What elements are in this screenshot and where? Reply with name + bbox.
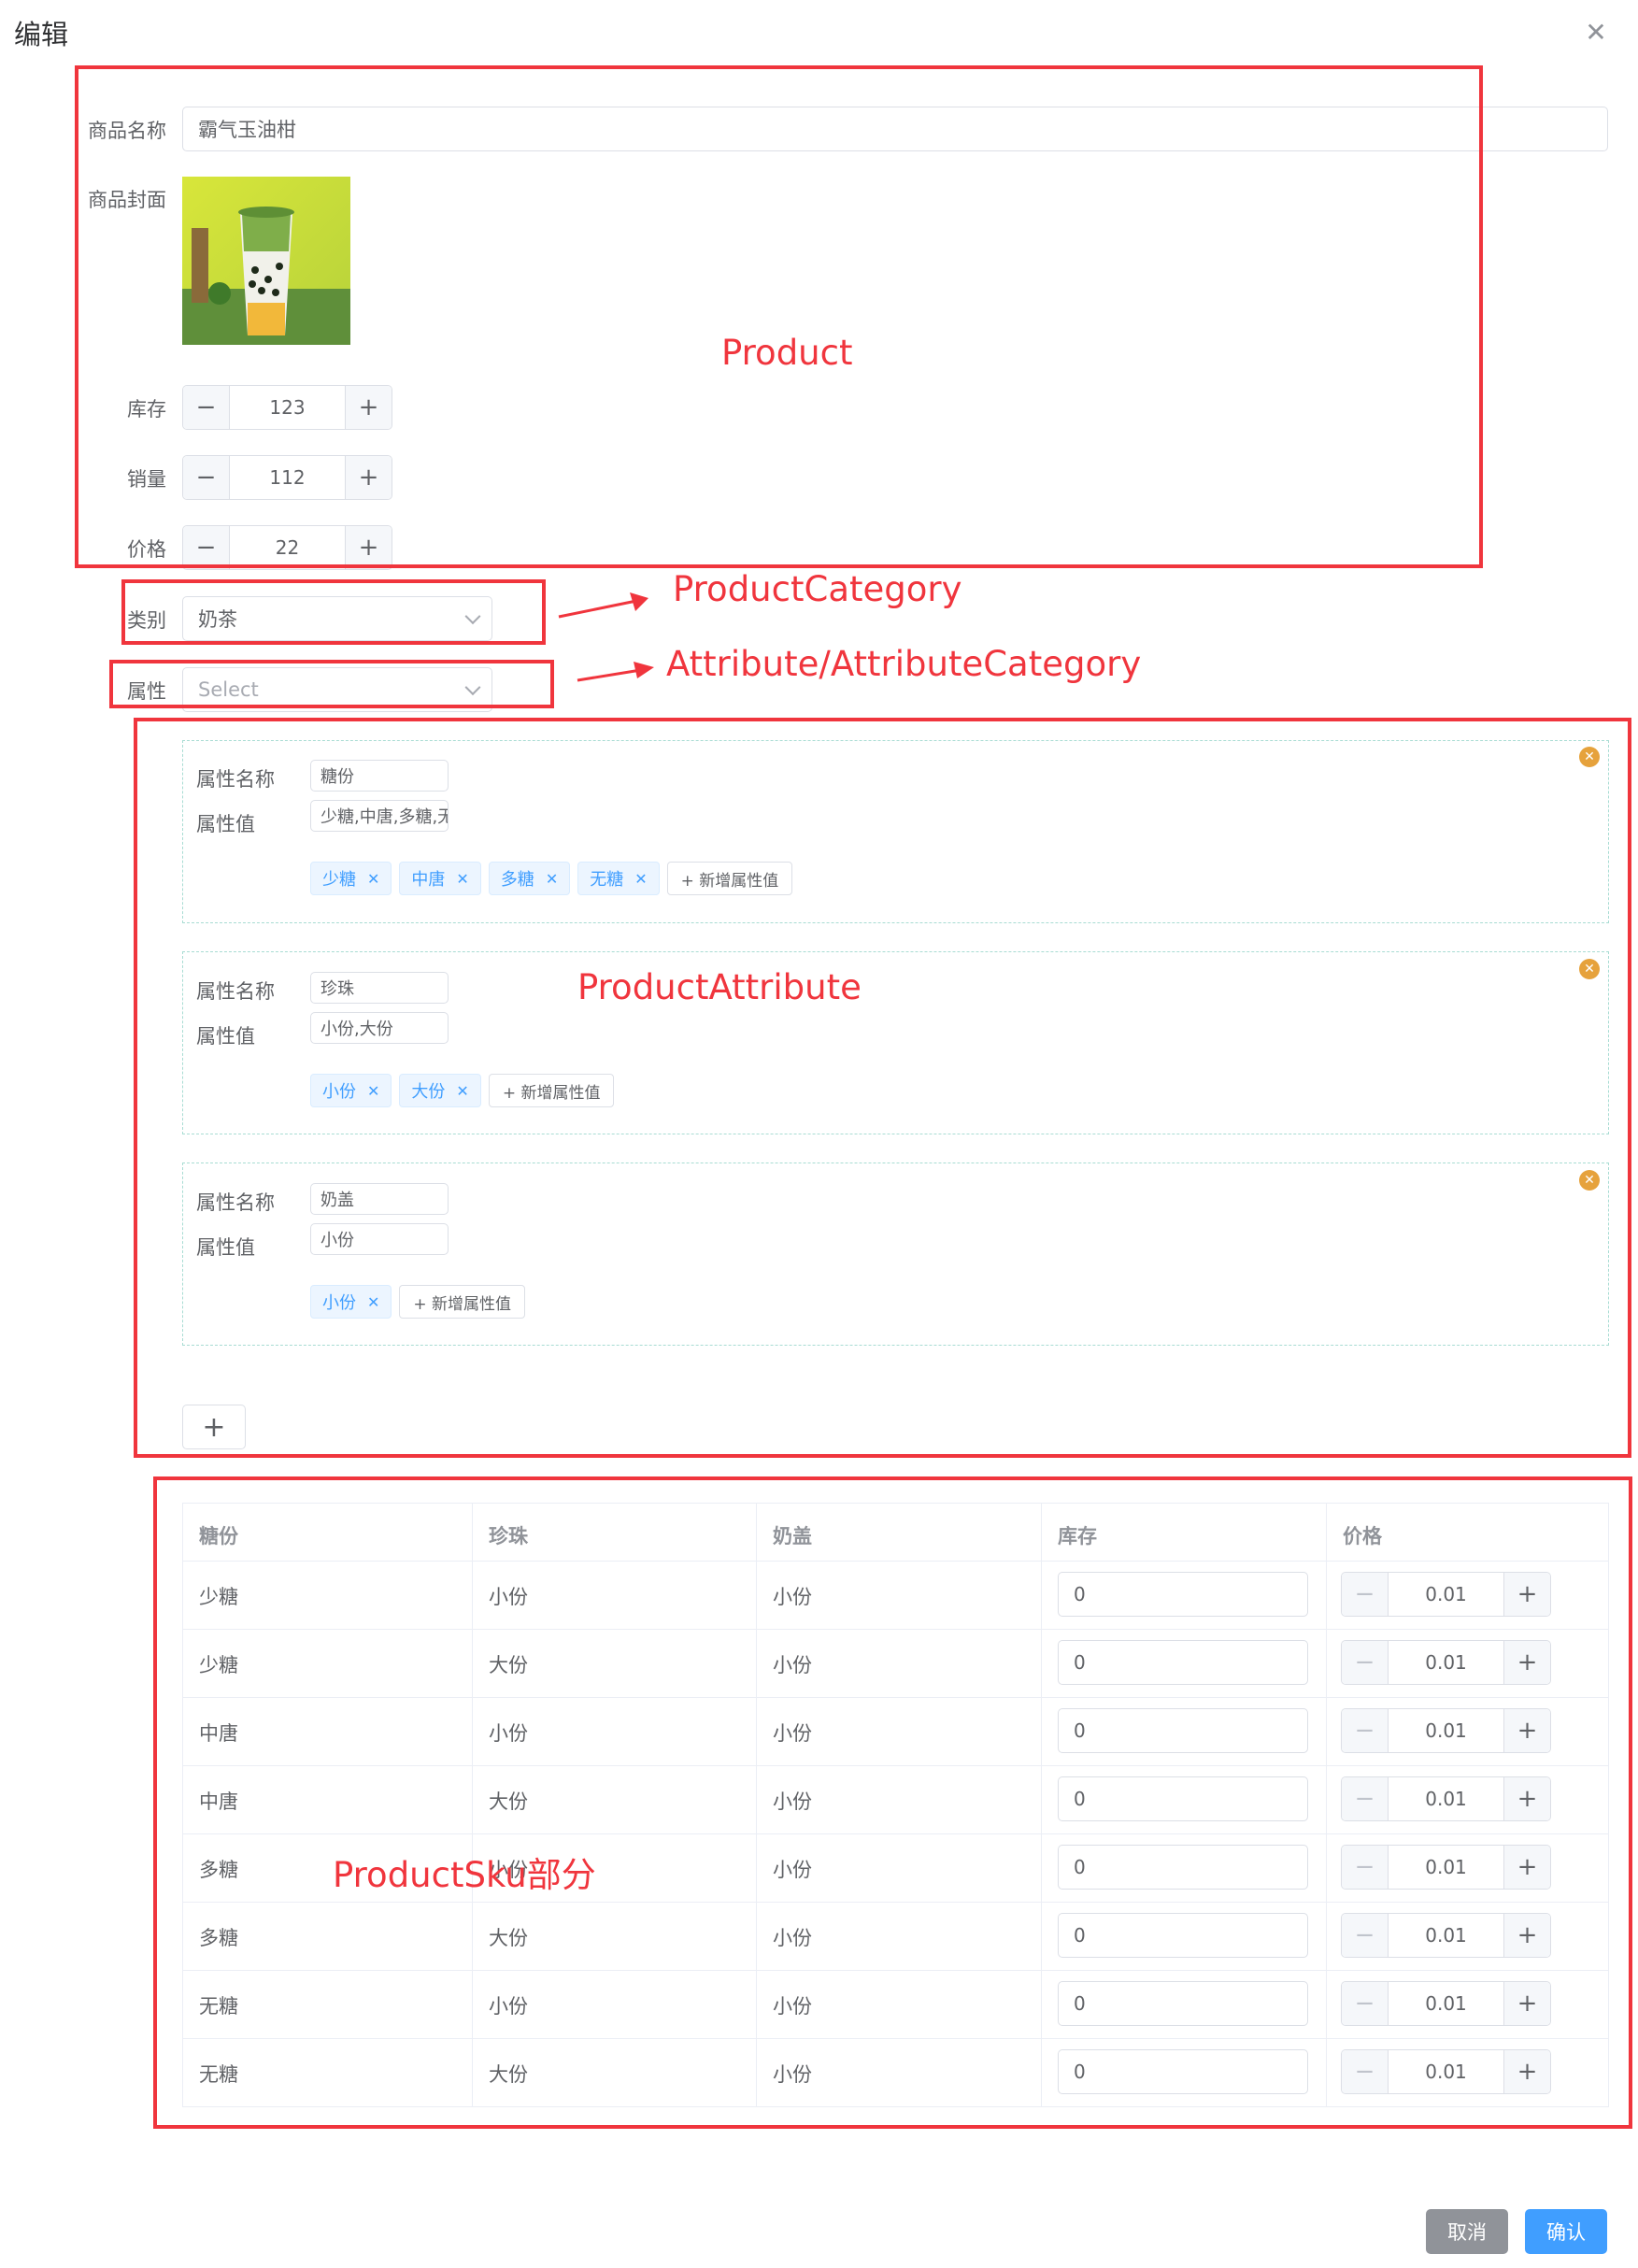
annotation-label-product-attribute: ProductAttribute — [577, 967, 862, 1007]
confirm-button[interactable]: 确认 — [1525, 2209, 1607, 2254]
close-icon[interactable]: ✕ — [1582, 19, 1610, 47]
annotation-label-product: Product — [721, 333, 853, 373]
annotation-arrow-attribute — [577, 662, 654, 682]
annotation-box-product-sku — [153, 1476, 1632, 2129]
annotation-box-attribute — [109, 660, 554, 708]
annotation-box-product — [75, 65, 1483, 568]
annotation-box-category — [121, 579, 546, 645]
cancel-button[interactable]: 取消 — [1426, 2209, 1508, 2254]
dialog-title: 编辑 — [14, 19, 69, 50]
annotation-label-attribute: Attribute/AttributeCategory — [666, 644, 1142, 684]
annotation-label-category: ProductCategory — [673, 569, 962, 609]
annotation-arrow-category — [558, 592, 648, 619]
annotation-box-product-attribute — [134, 718, 1631, 1458]
annotation-label-product-sku: ProductSku部分 — [333, 1855, 596, 1895]
